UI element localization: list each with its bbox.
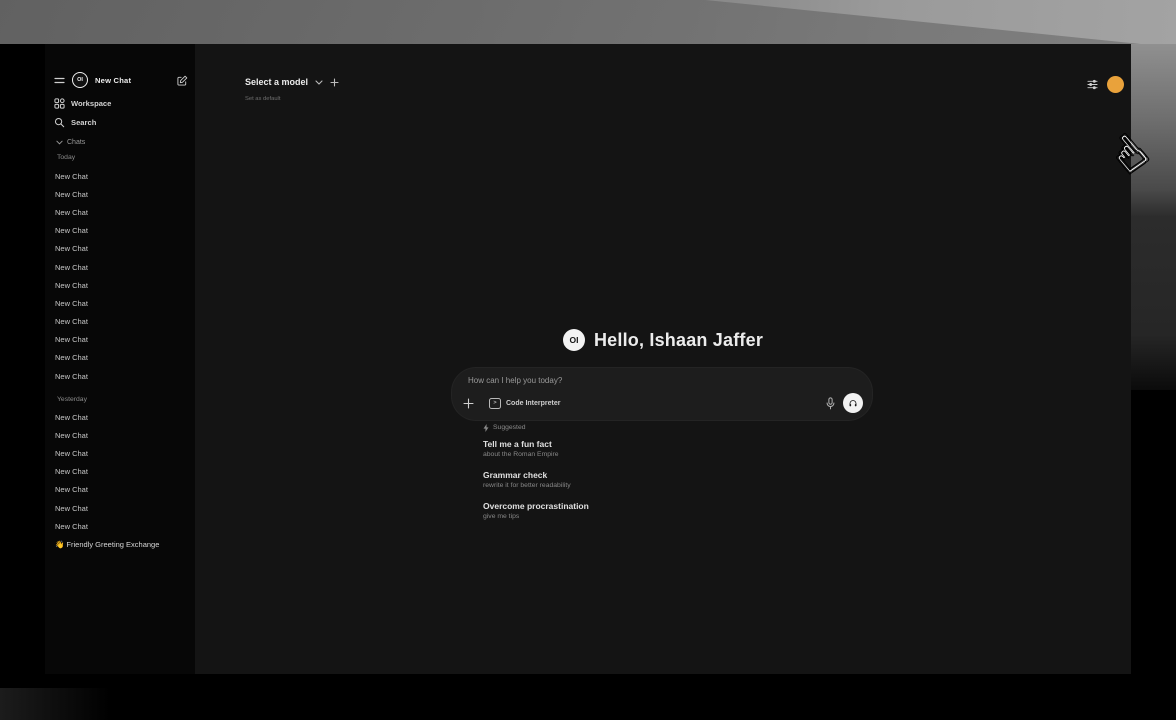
suggested-prompt-title: Overcome procrastination [483,501,843,512]
app-window: OI New Chat Workspace Search Chats Today [45,44,1131,674]
suggested-prompt-title: Tell me a fun fact [483,439,843,450]
chat-list-yesterday: New Chat New Chat New Chat New Chat New … [45,408,195,535]
workspace-label: Workspace [71,99,111,108]
composer-toolbar: > Code Interpreter [463,393,863,413]
chat-list-item[interactable]: New Chat [45,313,195,331]
sidebar-new-chat-title: New Chat [95,76,131,85]
app-logo: OI [563,329,585,351]
chat-list-item[interactable]: New Chat [45,408,195,426]
voice-call-button[interactable] [843,393,863,413]
suggested-prompt-title: Grammar check [483,470,843,481]
chat-list-item[interactable]: New Chat [45,481,195,499]
workspace-grid-icon [54,98,65,109]
chat-list-item[interactable]: New Chat [45,426,195,444]
suggested-header: Suggested [483,423,843,432]
suggested-prompts: Suggested Tell me a fun fact about the R… [483,423,843,532]
model-selector-label: Select a model [245,77,308,87]
chat-list-item[interactable]: New Chat [45,349,195,367]
chat-list-item[interactable]: New Chat [45,203,195,221]
chat-list-item[interactable]: New Chat [45,294,195,312]
chat-list-item[interactable]: New Chat [45,240,195,258]
bolt-icon [483,424,489,432]
code-interpreter-toggle[interactable]: > Code Interpreter [489,398,560,409]
suggested-prompt[interactable]: Overcome procrastination give me tips [483,501,843,521]
chat-list-item[interactable]: New Chat [45,517,195,535]
section-label-today: Today [57,154,75,161]
message-input[interactable] [466,375,858,386]
suggested-prompt-subtitle: about the Roman Empire [483,450,843,459]
greeting-block: OI Hello, Ishaan Jaffer [195,329,1131,351]
set-as-default-link[interactable]: Set as default [245,96,280,102]
suggested-prompt-subtitle: rewrite it for better readability [483,481,843,490]
chat-list-item[interactable]: New Chat [45,499,195,517]
search-label: Search [71,118,96,127]
chat-list-item[interactable]: New Chat [45,367,195,385]
microphone-icon[interactable] [826,397,835,410]
add-model-plus-icon[interactable] [330,78,339,87]
chat-list-item[interactable]: New Chat [45,167,195,185]
chevron-down-icon [315,80,323,85]
section-label-yesterday: Yesterday [57,396,87,403]
topbar-actions [1087,76,1124,93]
chat-list-item[interactable]: New Chat [45,331,195,349]
sidebar-item-search[interactable]: Search [54,117,96,128]
sidebar-item-workspace[interactable]: Workspace [54,98,111,109]
user-avatar[interactable] [1107,76,1124,93]
chat-list-today: New Chat New Chat New Chat New Chat New … [45,167,195,385]
chat-list-item[interactable]: New Chat [45,222,195,240]
message-composer: > Code Interpreter [452,368,872,420]
sidebar-chats-collapse[interactable]: Chats [56,139,85,146]
suggested-prompt[interactable]: Tell me a fun fact about the Roman Empir… [483,439,843,459]
suggested-list: Tell me a fun fact about the Roman Empir… [483,439,843,521]
suggested-label: Suggested [493,424,526,431]
desktop-background-right [1131,44,1176,390]
sidebar-toggle-icon[interactable] [54,76,65,85]
suggested-prompt-subtitle: give me tips [483,512,843,521]
chevron-down-icon [56,140,63,145]
search-icon [54,117,65,128]
chat-list-item[interactable]: New Chat [45,444,195,462]
attach-plus-icon[interactable] [463,398,474,409]
terminal-icon: > [489,398,501,409]
chat-list-item[interactable]: New Chat [45,463,195,481]
model-selector[interactable]: Select a model [245,77,339,87]
chat-list-item[interactable]: New Chat [45,276,195,294]
app-logo: OI [72,72,88,88]
greeting-text: Hello, Ishaan Jaffer [594,330,763,351]
controls-sliders-icon[interactable] [1087,79,1098,90]
chat-list-item[interactable]: New Chat [45,258,195,276]
sidebar: OI New Chat Workspace Search Chats Today [45,44,195,674]
chats-label: Chats [67,139,85,146]
new-chat-pencil-icon[interactable] [177,75,188,86]
suggested-prompt[interactable]: Grammar check rewrite it for better read… [483,470,843,490]
chat-list-item-friendly-greeting[interactable]: 👋 Friendly Greeting Exchange [45,535,195,553]
sidebar-header: OI New Chat [54,71,188,89]
desktop-background-bottom-left [0,688,110,720]
chat-list-item[interactable]: New Chat [45,185,195,203]
main-area: Select a model Set as default OI Hello, … [195,44,1131,674]
code-interpreter-label: Code Interpreter [506,400,560,407]
